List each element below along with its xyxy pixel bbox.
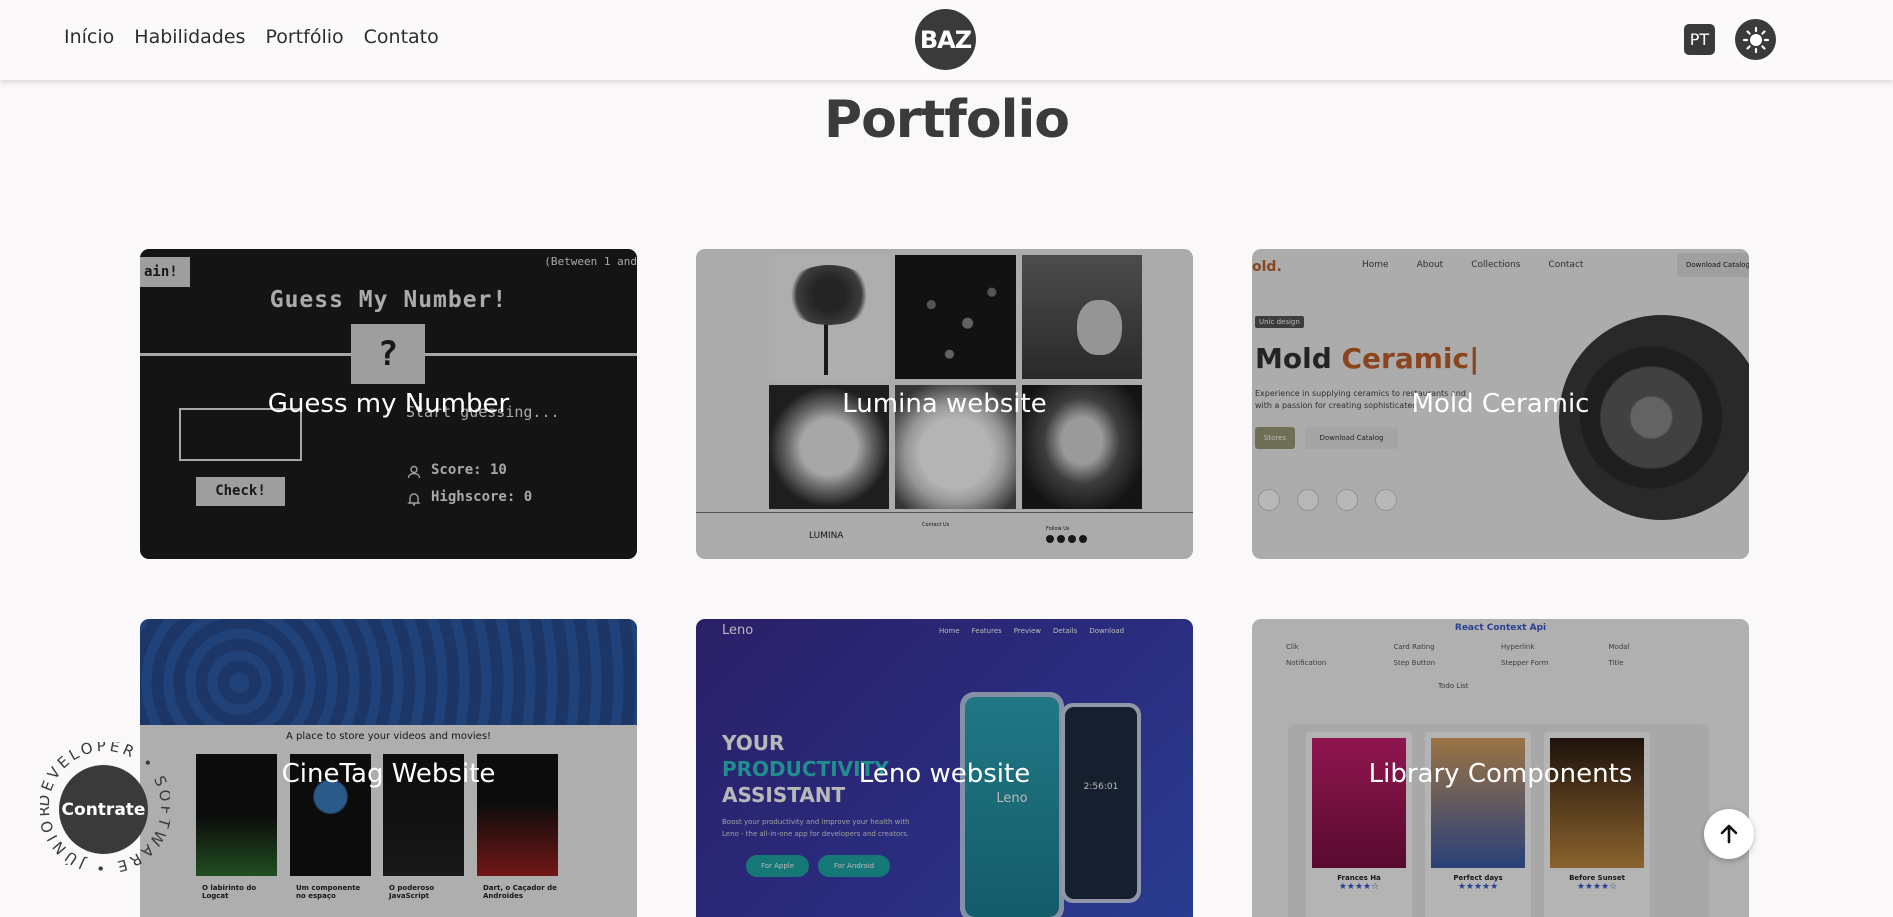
project-card-lumina[interactable]: LUMINA Contact Us Follow Us Lumina websi… <box>696 249 1193 559</box>
project-title: Guess my Number <box>267 389 510 419</box>
project-title: Leno website <box>858 759 1031 789</box>
project-title: Library Components <box>1368 759 1633 789</box>
nav-link-habilidades[interactable]: Habilidades <box>134 26 245 48</box>
project-title: Mold Ceramic <box>1411 389 1590 419</box>
hire-button[interactable]: Contrate <box>59 765 148 854</box>
portfolio-title: Portfolio <box>823 90 1070 150</box>
nav-link-inicio[interactable]: Início <box>64 26 114 48</box>
project-title: CineTag Website <box>281 759 496 789</box>
nav-link-portfolio[interactable]: Portfólio <box>265 26 343 48</box>
language-toggle-button[interactable]: PT <box>1684 24 1715 55</box>
project-card-mold-ceramic[interactable]: old. Home About Collections Contact Down… <box>1252 249 1749 559</box>
site-logo[interactable]: BAZ <box>915 9 976 70</box>
nav-link-contato[interactable]: Contato <box>364 26 439 48</box>
back-to-top-button[interactable] <box>1704 809 1754 859</box>
main-nav: Início Habilidades Portfólio Contato <box>64 26 439 48</box>
site-header: Início Habilidades Portfólio Contato BAZ… <box>0 0 1893 80</box>
arrow-up-icon <box>1720 824 1738 844</box>
project-title: Lumina website <box>842 389 1047 419</box>
theme-toggle-button[interactable] <box>1735 19 1776 60</box>
project-card-leno[interactable]: Leno Home Features Preview Details Downl… <box>696 619 1193 917</box>
project-card-guess-my-number[interactable]: ain! (Between 1 and Guess My Number! ? C… <box>140 249 637 559</box>
project-card-library-components[interactable]: React Context Api Clik Card Rating Hyper… <box>1252 619 1749 917</box>
project-card-cinetag[interactable]: A place to store your videos and movies!… <box>140 619 637 917</box>
sun-icon <box>1742 26 1769 53</box>
